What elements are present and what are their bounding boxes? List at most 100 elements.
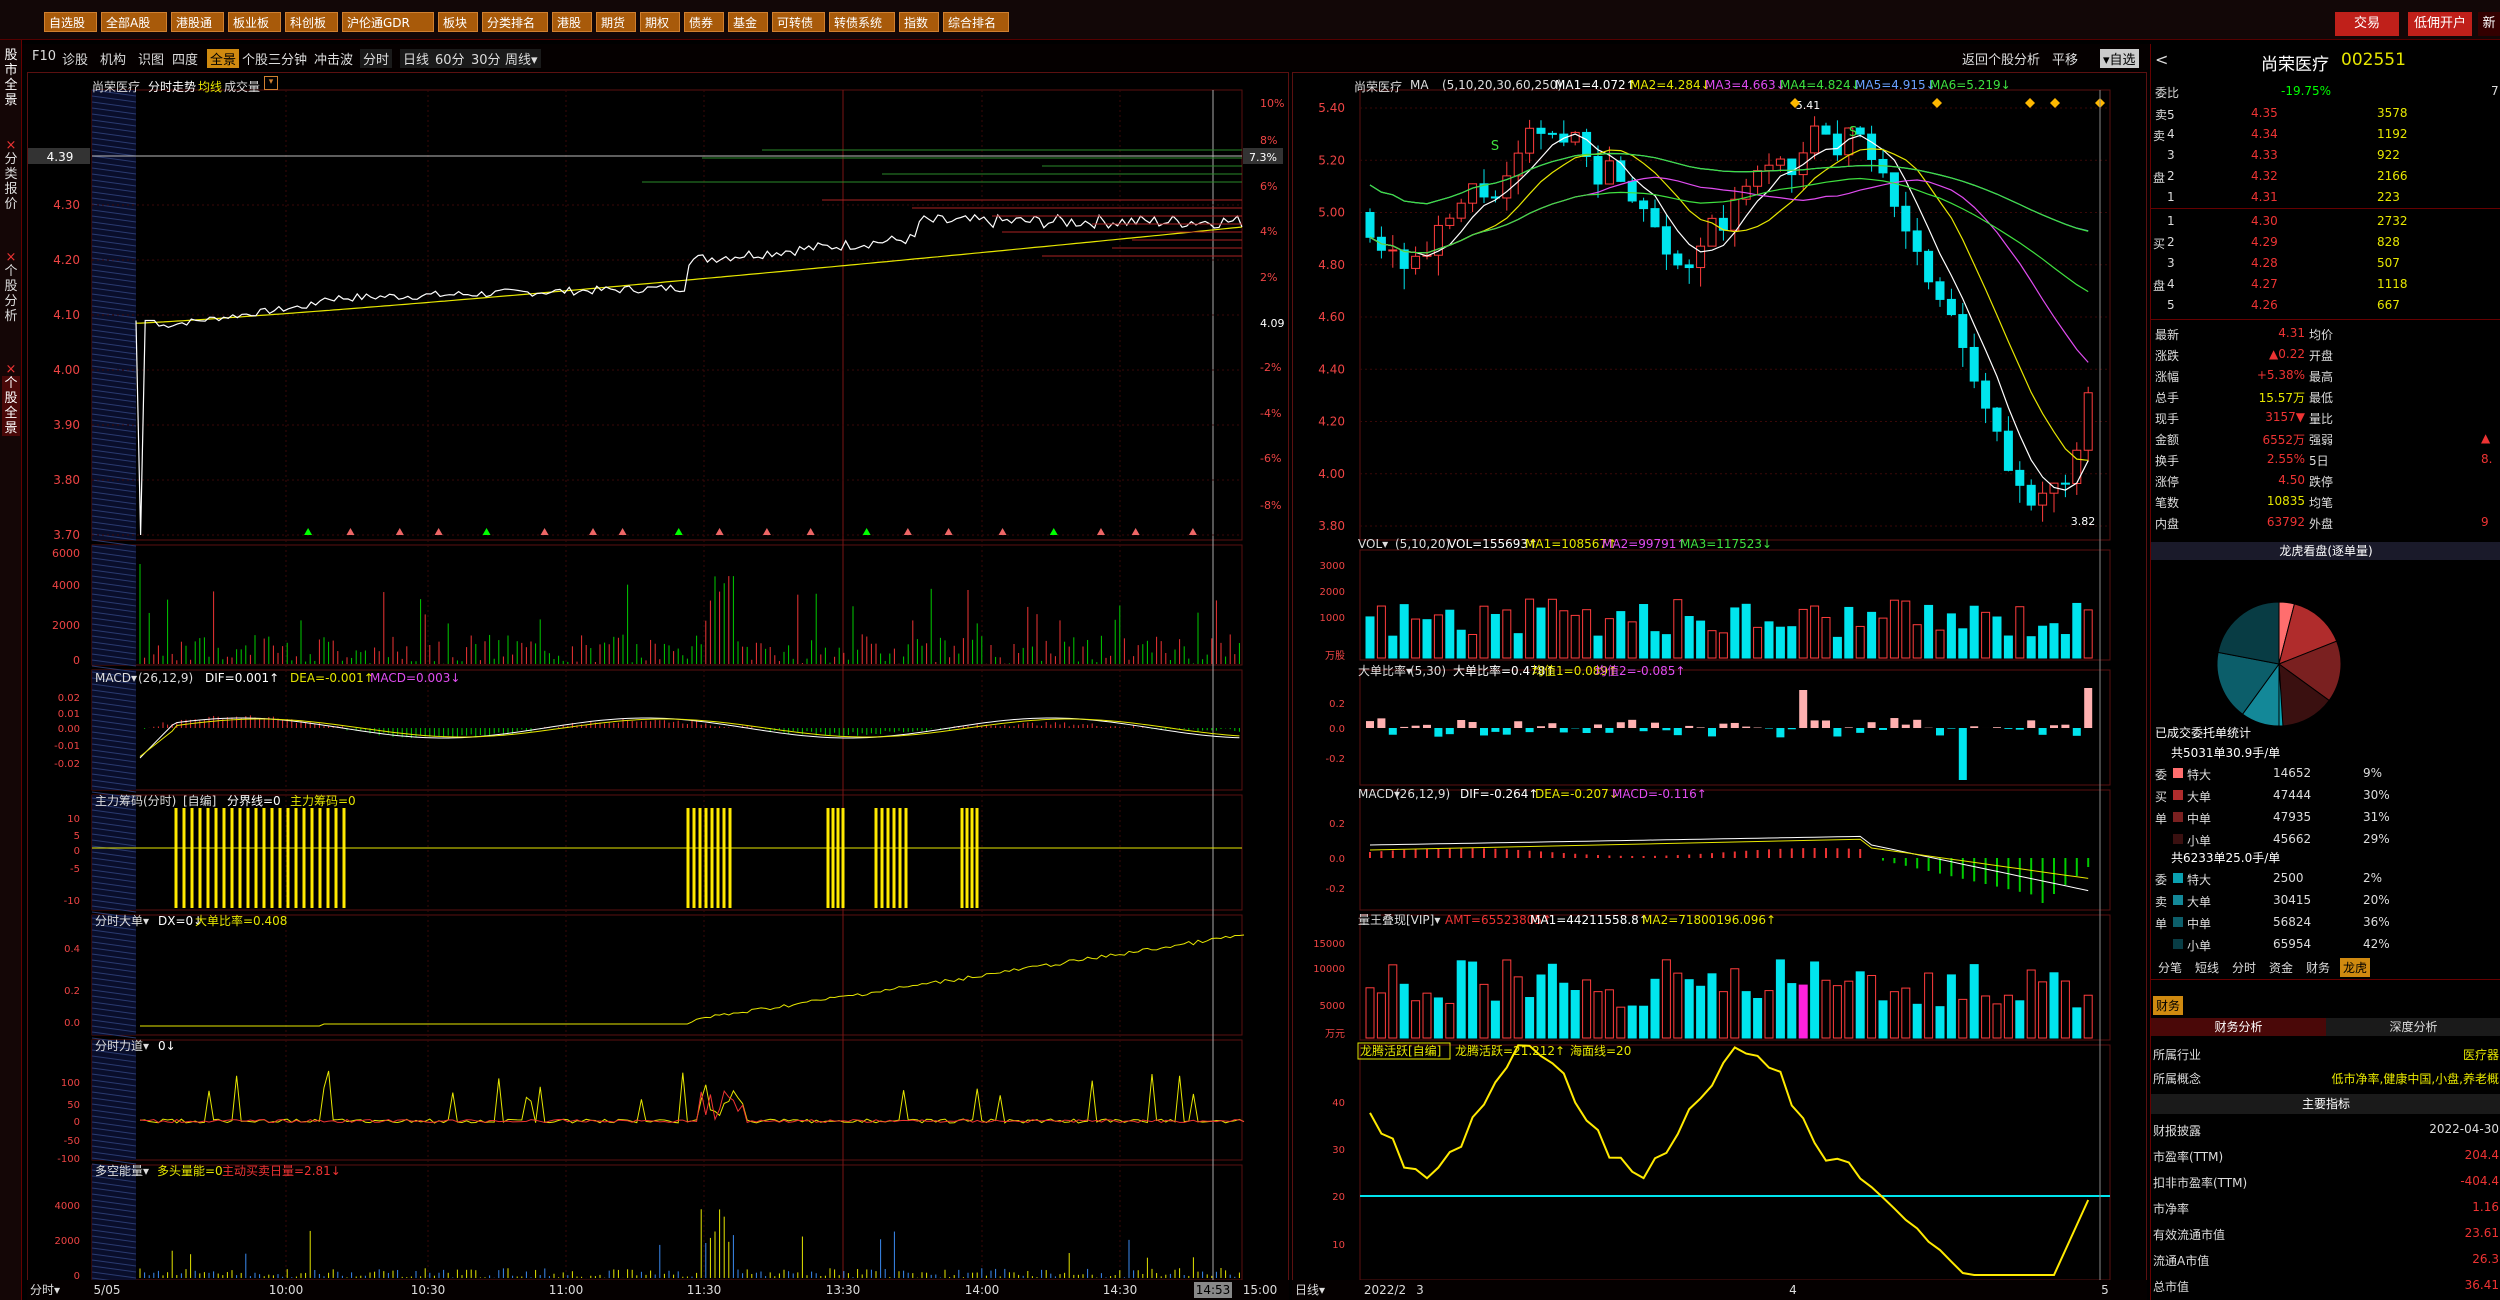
ddbl-bar <box>1913 719 1922 728</box>
undefined-pct: 20% <box>2363 893 2390 907</box>
ddbl-avg2: 均值2=-0.085↑ <box>1595 663 1685 678</box>
info-value: 医疗器 <box>2462 1048 2499 1062</box>
candle-body <box>1935 281 1945 300</box>
stat-key: 笔数 <box>2155 496 2180 510</box>
ddbl-bar <box>1423 724 1431 728</box>
signal-marker <box>304 528 313 535</box>
fin-value: 204.4 <box>2464 1148 2499 1162</box>
date-tick-label: 3 <box>1416 1283 1424 1297</box>
fin-value: 2022-04-30 <box>2429 1122 2499 1136</box>
ddbl-bar <box>1434 728 1443 737</box>
stat-value: +5.38% <box>2256 368 2305 382</box>
daily-volume-bar <box>1445 609 1455 659</box>
ddbl-bar <box>1856 728 1865 733</box>
daily-volume-bar <box>1764 621 1774 659</box>
bottom-tab-5[interactable]: 龙虎 <box>2340 958 2371 977</box>
fin-key: 财报披露 <box>2153 1124 2202 1138</box>
daily-volume-bar <box>1901 600 1911 659</box>
candle-body <box>1388 249 1398 252</box>
lwdx-bar <box>1593 991 1603 1039</box>
chevron-down-icon[interactable]: ▾ <box>264 76 278 90</box>
bottom-tab-3[interactable]: 资金 <box>2266 958 2296 977</box>
ask-level: 1 <box>2167 190 2175 204</box>
zlcm-tick-label: -10 <box>64 896 80 907</box>
candle-body <box>1832 133 1842 156</box>
ddbl-bar <box>1491 728 1500 732</box>
price-tick-label: 4.30 <box>53 198 80 212</box>
macd-dea-line <box>139 718 1240 757</box>
daily-volume-bar <box>2049 623 2059 659</box>
back-icon[interactable]: < <box>2155 50 2168 69</box>
candle-body <box>1889 172 1899 207</box>
lwdx-bar <box>2015 1000 2025 1039</box>
daily-macd-dea: DEA=-0.207↓ <box>1535 787 1619 801</box>
lwdx-bar <box>1946 974 1956 1039</box>
bid-volume: 2732 <box>2377 214 2408 228</box>
ddbl-bar <box>1822 720 1830 728</box>
event-diamond <box>1932 98 1942 108</box>
ddbl-bar <box>1628 719 1637 728</box>
event-diamond <box>2050 98 2060 108</box>
stats-divider <box>2151 319 2500 320</box>
stat-key2: 最高 <box>2309 370 2334 384</box>
candle-body <box>1411 255 1421 269</box>
candle-body <box>1650 208 1660 228</box>
signal-marker <box>862 528 871 535</box>
candle-body <box>1547 132 1557 135</box>
bottom-tab-0[interactable]: 分笔 <box>2155 958 2185 977</box>
daily-macd-tick: -0.2 <box>1325 884 1345 895</box>
ddbl-bar <box>1958 728 1967 780</box>
bottom-tab-1[interactable]: 短线 <box>2192 958 2222 977</box>
ma-legend[interactable]: MA <box>1410 78 1429 92</box>
fin-tab[interactable]: 财务 <box>2153 996 2184 1015</box>
ddbl-bar <box>1366 721 1374 728</box>
lwdx-bar <box>1787 983 1797 1039</box>
stat-value2: ▲ <box>2481 431 2491 445</box>
daily-volume-bar <box>1912 624 1922 659</box>
candle-body <box>2003 430 2013 471</box>
lwdx-bar <box>1559 982 1569 1039</box>
ddbl-bar <box>1936 728 1944 736</box>
ma3-line <box>1369 176 2089 363</box>
bid-volume: 1118 <box>2377 277 2408 291</box>
bottom-tab-4[interactable]: 财务 <box>2303 958 2333 977</box>
stat-key2: 5日 <box>2309 454 2329 468</box>
buy-stat-vol: 45662 <box>2273 832 2312 846</box>
time-tick-label: 14:30 <box>1103 1283 1138 1297</box>
daily-macd-params: (26,12,9) <box>1395 787 1450 801</box>
lwdx-bar <box>1639 1005 1649 1039</box>
pct-tick-label: 4.09 <box>1260 317 1285 330</box>
fin-value: -404.4 <box>2460 1174 2499 1188</box>
candle-body <box>1525 127 1535 154</box>
ma6-line <box>1369 152 2089 232</box>
intraday-stock-name: 尚荣医疗 <box>92 80 141 94</box>
fin-subtab-0[interactable]: 财务分析 <box>2151 1018 2326 1036</box>
ddbl-bar <box>1411 725 1420 728</box>
lwdx-bar <box>1411 1000 1421 1039</box>
daily-volume-bar <box>1433 614 1443 659</box>
quote-stock-code: 002551 <box>2341 50 2406 70</box>
lwdx-bar <box>2060 980 2070 1039</box>
fin-subtab-1[interactable]: 深度分析 <box>2326 1018 2500 1036</box>
stat-value: 4.31 <box>2278 326 2305 340</box>
daily-volume-bar <box>1867 611 1877 659</box>
info-key: 所属概念 <box>2153 1072 2202 1086</box>
daily-volume-bar <box>1741 603 1751 659</box>
bottom-tab-2[interactable]: 分时 <box>2229 958 2259 977</box>
lwdx-bar <box>1969 964 1979 1039</box>
charts-canvas[interactable]: 4.30 4.20 4.10 4.00 3.90 3.80 3.70 4.39 10% 8% 6% 4… <box>0 0 2500 1300</box>
lwdx-bar <box>2049 972 2059 1039</box>
lwdx-bar <box>1661 959 1671 1039</box>
fin-value: 36.41 <box>2464 1278 2499 1292</box>
lwdx-bar <box>1832 985 1842 1039</box>
buy-stat-pct: 9% <box>2363 766 2383 780</box>
lwdx-ma1: MA1=44211558.8↑ <box>1530 913 1649 927</box>
daily-volume-bar <box>2038 625 2048 659</box>
fin-key: 市盈率(TTM) <box>2153 1150 2224 1164</box>
time-axis-mode: 分时▾ <box>30 1283 60 1297</box>
pct-tick-label: 4% <box>1260 225 1277 238</box>
lwdx-bar <box>1741 991 1751 1039</box>
price-tick-label: 4.20 <box>53 253 80 267</box>
ddbl-bar <box>1799 690 1808 728</box>
daily-price-tick: 4.40 <box>1318 362 1345 376</box>
